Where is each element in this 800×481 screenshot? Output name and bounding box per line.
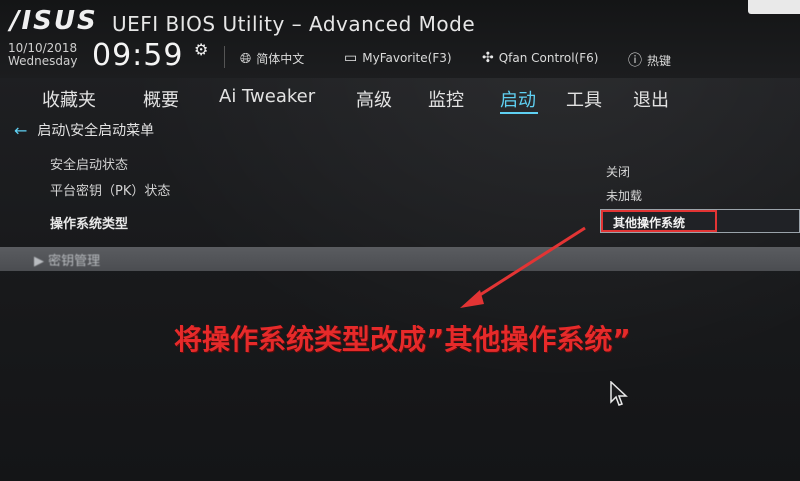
key-management-text: 密钥管理 bbox=[48, 254, 101, 269]
breadcrumb-text: 启动\安全启动菜单 bbox=[37, 123, 155, 139]
platform-key-state-label: 平台密钥（PK）状态 bbox=[50, 184, 171, 199]
fan-icon: ✣ bbox=[482, 50, 494, 66]
tab-overview[interactable]: 概要 bbox=[143, 86, 179, 112]
os-type-label: 操作系统类型 bbox=[50, 217, 129, 232]
secure-boot-state-label: 安全启动状态 bbox=[50, 158, 129, 173]
tab-favorites[interactable]: 收藏夹 bbox=[42, 86, 96, 112]
tab-tool[interactable]: 工具 bbox=[566, 86, 602, 112]
screen-corner-highlight bbox=[748, 0, 800, 14]
tab-exit[interactable]: 退出 bbox=[633, 86, 669, 112]
tab-boot[interactable]: 启动 bbox=[500, 86, 536, 112]
mouse-cursor-icon bbox=[610, 381, 628, 406]
active-tab-indicator bbox=[500, 112, 538, 114]
key-management-bar[interactable] bbox=[0, 247, 800, 271]
key-management-label[interactable]: ▶ 密钥管理 bbox=[34, 250, 100, 269]
breadcrumb: ← 启动\安全启动菜单 bbox=[14, 120, 154, 140]
hotkeys-label: 热键 bbox=[647, 53, 672, 68]
window-title: UEFI BIOS Utility – Advanced Mode bbox=[112, 12, 476, 36]
qfan-control-label: Qfan Control(F6) bbox=[498, 51, 599, 65]
annotation-text: 将操作系统类型改成”其他操作系统” bbox=[174, 323, 631, 356]
asus-logo: /ISUS bbox=[10, 6, 98, 36]
language-button[interactable]: 🌐︎ 简体中文 bbox=[240, 50, 304, 67]
tab-monitor[interactable]: 监控 bbox=[428, 86, 464, 112]
hotkeys-button[interactable]: ⓘ 热键 bbox=[628, 50, 671, 70]
globe-icon: 🌐︎ bbox=[240, 50, 252, 67]
back-arrow-icon[interactable]: ← bbox=[14, 121, 27, 140]
secure-boot-state-value: 关闭 bbox=[606, 165, 631, 179]
qfan-control-button[interactable]: ✣ Qfan Control(F6) bbox=[482, 50, 598, 66]
tab-advanced[interactable]: 高级 bbox=[356, 86, 392, 112]
tab-ai-tweaker[interactable]: Ai Tweaker bbox=[219, 86, 315, 107]
bios-screen: /ISUS UEFI BIOS Utility – Advanced Mode … bbox=[0, 0, 800, 481]
favorite-icon: ▭ bbox=[344, 50, 358, 66]
gear-icon[interactable]: ⚙ bbox=[194, 40, 208, 59]
main-nav: 收藏夹 概要 Ai Tweaker 高级 监控 启动 工具 退出 bbox=[0, 82, 800, 116]
time-display: 09:59 bbox=[92, 38, 184, 73]
expand-arrow-icon: ▶ bbox=[34, 254, 44, 269]
platform-key-state-value: 未加载 bbox=[606, 189, 643, 203]
date-display: 10/10/2018 Wednesday bbox=[8, 42, 77, 68]
annotation-arrow-icon bbox=[460, 226, 586, 308]
weekday-text: Wednesday bbox=[8, 54, 78, 68]
header-bar: /ISUS UEFI BIOS Utility – Advanced Mode … bbox=[0, 0, 800, 78]
os-type-selected-value[interactable]: 其他操作系统 bbox=[601, 210, 717, 232]
myfavorite-button[interactable]: ▭ MyFavorite(F3) bbox=[344, 50, 452, 66]
header-divider bbox=[224, 46, 225, 68]
myfavorite-label: MyFavorite(F3) bbox=[362, 51, 452, 65]
help-icon: ⓘ bbox=[628, 53, 642, 69]
language-label: 简体中文 bbox=[256, 52, 305, 66]
